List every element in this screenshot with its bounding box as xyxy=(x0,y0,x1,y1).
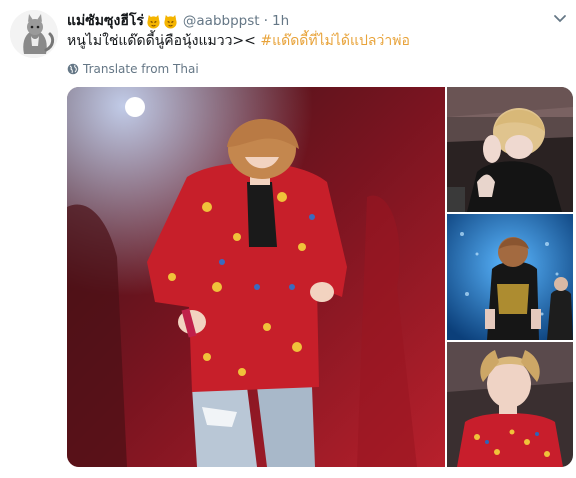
translate-link[interactable]: Translate from Thai xyxy=(67,61,199,77)
tweet-text: หนูไม่ใช่แด๊ดดี้นู่คือนุ้งแมวว>< #แด๊ดดี… xyxy=(67,32,410,50)
chevron-down-icon[interactable] xyxy=(553,14,567,24)
globe-icon xyxy=(67,63,79,75)
side-photo-3[interactable] xyxy=(447,342,573,467)
author-name[interactable]: แม่ซัมซุงฮีโร่ xyxy=(67,10,144,32)
tweet-header: แม่ซัมซุงฮีโร่ @aabbppst · 1h xyxy=(67,11,289,31)
main-photo[interactable] xyxy=(67,87,445,467)
timestamp[interactable]: 1h xyxy=(272,13,289,29)
avatar[interactable] xyxy=(10,10,58,58)
tweet-text-body: หนูไม่ใช่แด๊ดดี้นู่คือนุ้งแมวว>< xyxy=(67,33,256,49)
tweet[interactable]: แม่ซัมซุงฮีโร่ @aabbppst · 1h หนูไม่ใช่แ… xyxy=(0,0,576,478)
translate-label: Translate from Thai xyxy=(83,62,199,76)
cat-avatar-icon xyxy=(10,10,58,58)
cat-face-emoji-icon xyxy=(163,14,178,29)
separator-dot: · xyxy=(263,13,269,29)
media-grid xyxy=(67,87,573,467)
hashtag-link[interactable]: #แด๊ดดี้ที่ไม่ได้แปลว่าพ่อ xyxy=(260,33,410,49)
cat-face-emoji-icon xyxy=(146,14,161,29)
author-handle[interactable]: @aabbppst xyxy=(183,13,260,29)
side-photo-2[interactable] xyxy=(447,214,573,340)
side-photo-1[interactable] xyxy=(447,87,573,212)
